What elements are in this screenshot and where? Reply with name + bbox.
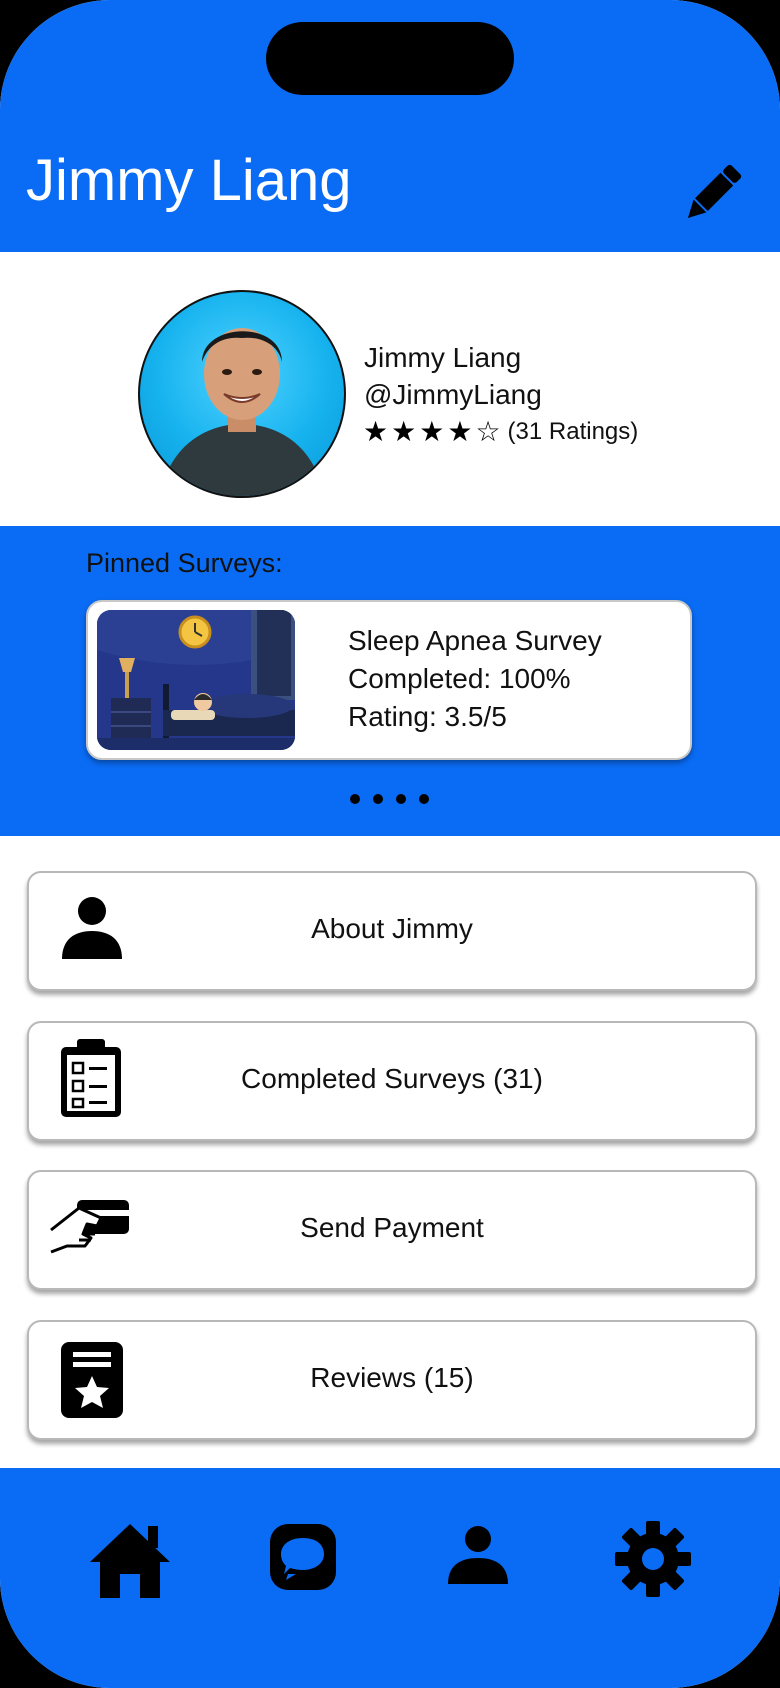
- profile-section: Jimmy Liang @JimmyLiang ★ ★ ★ ★ ☆ (31 Ra…: [0, 252, 780, 526]
- nav-settings-button[interactable]: [614, 1520, 694, 1600]
- page-dot[interactable]: [373, 794, 383, 804]
- gear-icon: [615, 1521, 691, 1597]
- dynamic-island: [266, 22, 514, 95]
- star-empty-icon: ☆: [475, 416, 501, 447]
- about-button[interactable]: About Jimmy: [27, 871, 757, 991]
- profile-name: Jimmy Liang: [364, 342, 522, 373]
- home-icon: [90, 1524, 170, 1598]
- page-dot[interactable]: [350, 794, 360, 804]
- menu-label: Reviews (15): [310, 1362, 474, 1393]
- send-payment-button[interactable]: Send Payment: [27, 1170, 757, 1290]
- survey-title: Sleep Apnea Survey: [348, 625, 602, 656]
- nav-home-button[interactable]: [88, 1520, 170, 1600]
- page-dot[interactable]: [419, 794, 429, 804]
- avatar: [138, 290, 346, 498]
- menu-label: Send Payment: [300, 1212, 484, 1243]
- pinned-surveys-label: Pinned Surveys:: [86, 548, 283, 578]
- survey-thumbnail: [97, 610, 295, 750]
- star-filled-icon: ★: [447, 416, 473, 447]
- profile-handle: @JimmyLiang: [364, 379, 542, 410]
- pencil-icon: [687, 164, 742, 219]
- survey-completed: Completed: 100%: [348, 663, 571, 694]
- pinned-survey-card[interactable]: Sleep Apnea Survey Completed: 100% Ratin…: [86, 600, 692, 760]
- page-dot[interactable]: [396, 794, 406, 804]
- menu-label: Completed Surveys (31): [241, 1063, 543, 1094]
- completed-surveys-button[interactable]: Completed Surveys (31): [27, 1021, 757, 1141]
- nav-profile-button[interactable]: [446, 1520, 526, 1600]
- edit-profile-button[interactable]: [676, 158, 748, 230]
- rating-count: (31 Ratings): [507, 418, 639, 445]
- header-bar: Jimmy Liang: [0, 0, 780, 252]
- survey-rating: Rating: 3.5/5: [348, 701, 507, 732]
- page-indicator[interactable]: [350, 794, 442, 804]
- pinned-surveys-section: Pinned Surveys: Sleep Apnea Survey Compl…: [0, 526, 780, 836]
- star-filled-icon: ★: [391, 416, 417, 447]
- profile-icon: [448, 1526, 508, 1584]
- menu-label: About Jimmy: [311, 913, 473, 944]
- phone-screen: Jimmy Liang Jimmy Liang @JimmyLiang ★ ★ …: [0, 0, 780, 1688]
- star-filled-icon: ★: [363, 416, 389, 447]
- reviews-button[interactable]: Reviews (15): [27, 1320, 757, 1440]
- nav-messages-button[interactable]: [268, 1520, 348, 1600]
- star-filled-icon: ★: [419, 416, 445, 447]
- page-title: Jimmy Liang: [26, 148, 352, 213]
- bottom-nav-bar: [0, 1468, 780, 1688]
- chat-bubble-icon: [270, 1524, 336, 1590]
- rating-row: ★ ★ ★ ★ ☆ (31 Ratings): [363, 418, 638, 446]
